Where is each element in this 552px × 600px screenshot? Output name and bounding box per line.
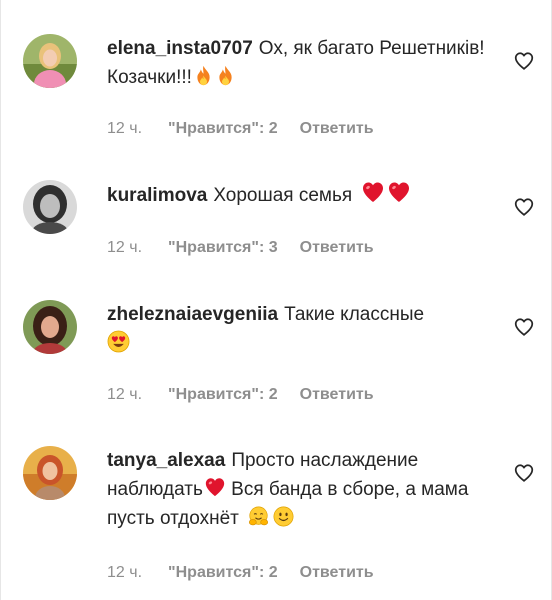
comment-username[interactable]: zheleznaiaevgeniia bbox=[107, 304, 278, 325]
avatar[interactable] bbox=[23, 34, 77, 88]
avatar[interactable] bbox=[23, 180, 77, 234]
comment-text: tanya_alexaa Просто наслаждение наблюдать… bbox=[107, 446, 495, 533]
reply-button[interactable]: Ответить bbox=[300, 239, 374, 257]
heart-eyes-emoji bbox=[107, 330, 130, 353]
hugging-emoji bbox=[248, 506, 269, 527]
heart-outline-icon[interactable] bbox=[513, 462, 535, 484]
reply-button[interactable]: Ответить bbox=[300, 386, 374, 404]
comment-username[interactable]: elena_insta0707 bbox=[107, 38, 253, 59]
comment-body: Хорошая семья bbox=[213, 185, 353, 206]
comment-time[interactable]: 12 ч. bbox=[107, 120, 142, 138]
avatar[interactable] bbox=[23, 446, 77, 500]
comment-meta: 12 ч. "Нравится": 3 Ответить bbox=[107, 239, 374, 257]
reply-button[interactable]: Ответить bbox=[300, 564, 374, 582]
heart-outline-icon[interactable] bbox=[513, 196, 535, 218]
comment-body: Такие классные bbox=[284, 304, 425, 325]
fire-emoji bbox=[215, 65, 236, 86]
heart-outline-icon[interactable] bbox=[513, 50, 535, 72]
comment-meta: 12 ч. "Нравится": 2 Ответить bbox=[107, 564, 374, 582]
comment-likes[interactable]: "Нравится": 2 bbox=[168, 564, 278, 582]
comment-likes[interactable]: "Нравится": 3 bbox=[168, 239, 278, 257]
comment-text: elena_insta0707 Ох, як багато Решетників!… bbox=[107, 34, 495, 92]
red-heart-emoji bbox=[387, 180, 411, 204]
comment-meta: 12 ч. "Нравится": 2 Ответить bbox=[107, 120, 374, 138]
comment-item: elena_insta0707 Ох, як багато Решетників!… bbox=[23, 34, 535, 144]
comments-list: elena_insta0707 Ох, як багато Решетників!… bbox=[0, 0, 552, 600]
comment-likes[interactable]: "Нравится": 2 bbox=[168, 120, 278, 138]
smiling-emoji bbox=[273, 506, 294, 527]
comment-username[interactable]: tanya_alexaa bbox=[107, 450, 225, 471]
comment-time[interactable]: 12 ч. bbox=[107, 239, 142, 257]
avatar[interactable] bbox=[23, 300, 77, 354]
comment-item: kuralimova Хорошая семья 12 ч. "Нравится":… bbox=[23, 180, 535, 265]
fire-emoji bbox=[193, 65, 214, 86]
comment-time[interactable]: 12 ч. bbox=[107, 564, 142, 582]
comment-text: zheleznaiaevgeniia Такие классные bbox=[107, 300, 495, 358]
comment-username[interactable]: kuralimova bbox=[107, 185, 207, 206]
red-heart-emoji bbox=[204, 476, 226, 498]
comment-text: kuralimova Хорошая семья bbox=[107, 180, 495, 210]
reply-button[interactable]: Ответить bbox=[300, 120, 374, 138]
heart-outline-icon[interactable] bbox=[513, 316, 535, 338]
comment-likes[interactable]: "Нравится": 2 bbox=[168, 386, 278, 404]
comment-item: zheleznaiaevgeniia Такие классные 12 ч. "Н… bbox=[23, 300, 535, 410]
comment-meta: 12 ч. "Нравится": 2 Ответить bbox=[107, 386, 374, 404]
red-heart-emoji bbox=[361, 180, 385, 204]
comment-item: tanya_alexaa Просто наслаждение наблюдать… bbox=[23, 446, 535, 586]
comment-time[interactable]: 12 ч. bbox=[107, 386, 142, 404]
